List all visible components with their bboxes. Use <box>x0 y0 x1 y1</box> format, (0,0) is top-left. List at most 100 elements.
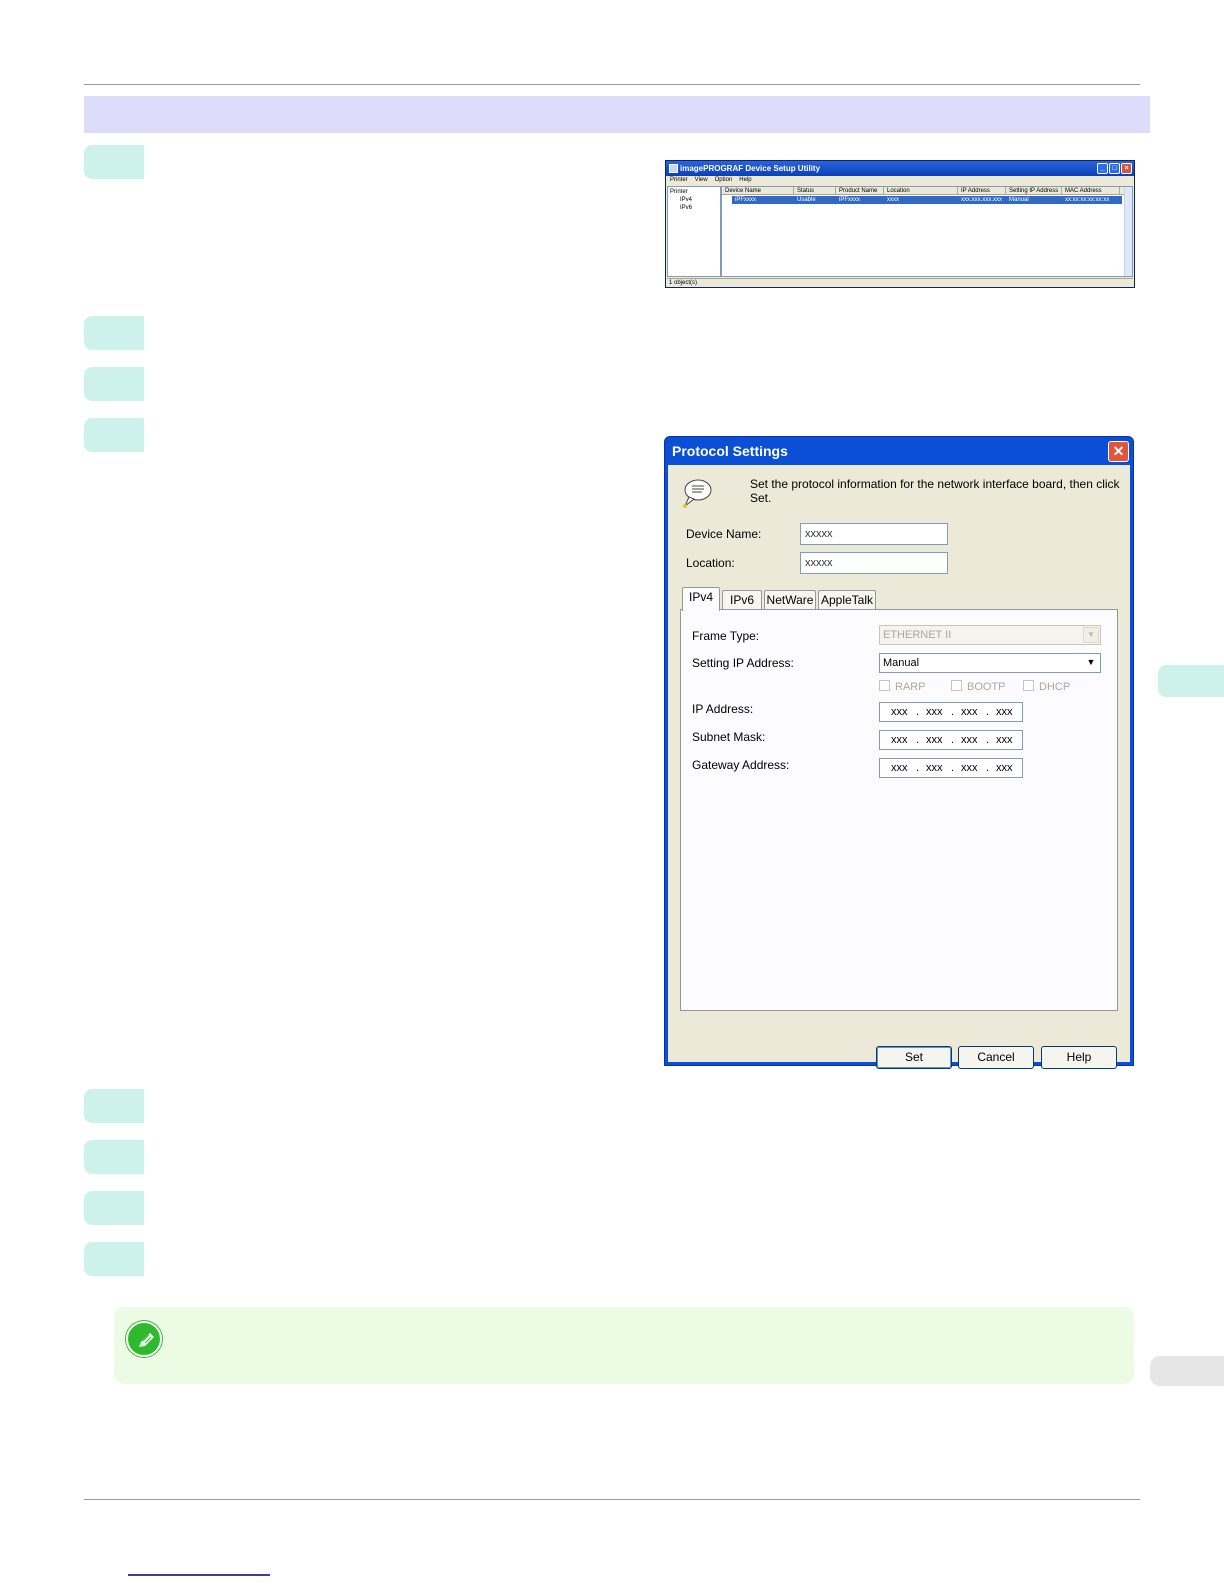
ip-dot: . <box>986 734 990 746</box>
app-icon <box>669 164 678 173</box>
menu-help[interactable]: Help <box>739 176 751 185</box>
utility-menu-bar: Printer View Option Help <box>666 176 1134 185</box>
col-location[interactable]: Location <box>884 187 958 194</box>
ip-address-field[interactable]: xxx . xxx . xxx . xxx <box>879 702 1023 722</box>
menu-option[interactable]: Option <box>715 176 733 185</box>
ip-address-label: IP Address: <box>692 702 754 716</box>
header-rule <box>84 84 1140 85</box>
ip-octet: xxx <box>926 734 943 746</box>
menu-printer[interactable]: Printer <box>670 176 688 185</box>
ip-octet: xxx <box>926 706 943 718</box>
ipv4-tab-panel: Frame Type: ETHERNET II ▼ Setting IP Add… <box>680 609 1118 1011</box>
minimize-icon[interactable]: _ <box>1097 163 1108 174</box>
cancel-button[interactable]: Cancel <box>958 1046 1034 1069</box>
printer-list: Device Name Status Product Name Location… <box>721 186 1133 277</box>
col-status[interactable]: Status <box>794 187 836 194</box>
help-button[interactable]: Help <box>1041 1046 1117 1069</box>
rarp-label: RARP <box>895 681 926 693</box>
table-row[interactable]: iPFxxxx Usable iPFxxxx xxxx xxx.xxx.xxx.… <box>732 196 1122 204</box>
chevron-down-icon[interactable]: ▼ <box>1083 655 1099 671</box>
close-icon[interactable]: ✕ <box>1108 441 1129 462</box>
footer-rule <box>84 1499 1140 1500</box>
note-box <box>114 1307 1134 1384</box>
device-setup-utility-window: imagePROGRAF Device Setup Utility _ □ × … <box>665 160 1135 288</box>
tree-item-ipv6[interactable]: IPv6 <box>670 204 718 212</box>
gateway-address-label: Gateway Address: <box>692 758 790 772</box>
ip-dot: . <box>916 762 920 774</box>
ip-dot: . <box>986 706 990 718</box>
setting-ip-select[interactable]: Manual ▼ <box>879 653 1101 673</box>
chapter-side-tab <box>1158 665 1224 697</box>
pencil-note-icon <box>126 1321 162 1357</box>
frame-type-label: Frame Type: <box>692 629 760 643</box>
ip-octet: xxx <box>891 762 908 774</box>
dhcp-label: DHCP <box>1039 681 1071 693</box>
gateway-address-field[interactable]: xxx . xxx . xxx . xxx <box>879 758 1023 778</box>
subnet-mask-field[interactable]: xxx . xxx . xxx . xxx <box>879 730 1023 750</box>
col-product-name[interactable]: Product Name <box>836 187 884 194</box>
ip-dot: . <box>916 734 920 746</box>
step-marker-2 <box>84 316 144 350</box>
cell-ip-address: xxx.xxx.xxx.xxx <box>961 197 1003 203</box>
cell-mac-address: xx:xx:xx:xx:xx:xx <box>1065 197 1110 203</box>
setting-ip-value: Manual <box>883 657 920 669</box>
page-side-tab <box>1150 1356 1224 1386</box>
dhcp-checkbox: DHCP <box>1023 680 1070 694</box>
vertical-scrollbar[interactable] <box>1124 187 1132 276</box>
ip-octet: xxx <box>961 734 978 746</box>
col-setting-ip[interactable]: Setting IP Address <box>1006 187 1062 194</box>
ip-dot: . <box>986 762 990 774</box>
frame-type-select: ETHERNET II ▼ <box>879 625 1101 645</box>
ip-octet: xxx <box>996 734 1013 746</box>
tab-netware[interactable]: NetWare <box>764 590 816 610</box>
step-marker-8 <box>84 1242 144 1276</box>
section-title-bar <box>84 96 1150 133</box>
ip-octet: xxx <box>961 706 978 718</box>
ip-octet: xxx <box>961 762 978 774</box>
step-marker-3 <box>84 367 144 401</box>
dialog-title: Protocol Settings <box>672 443 788 459</box>
tree-item-printer[interactable]: Printer <box>670 188 718 196</box>
ip-dot: . <box>951 706 955 718</box>
col-device-name[interactable]: Device Name <box>722 187 794 194</box>
cell-product-name: iPFxxxx <box>839 197 860 203</box>
protocol-settings-dialog: Protocol Settings ✕ Set the protocol inf… <box>664 436 1134 1069</box>
footer-link-underline[interactable] <box>128 1574 270 1576</box>
menu-view[interactable]: View <box>695 176 708 185</box>
ip-octet: xxx <box>996 762 1013 774</box>
maximize-icon[interactable]: □ <box>1109 163 1120 174</box>
close-icon[interactable]: × <box>1121 163 1132 174</box>
info-balloon-icon <box>683 479 712 508</box>
tree-item-ipv4[interactable]: IPv4 <box>670 196 718 204</box>
col-ip-address[interactable]: IP Address <box>958 187 1006 194</box>
ip-octet: xxx <box>996 706 1013 718</box>
step-marker-4 <box>84 418 144 452</box>
set-button[interactable]: Set <box>876 1046 952 1069</box>
frame-type-value: ETHERNET II <box>883 629 952 641</box>
setting-ip-label: Setting IP Address: <box>692 656 794 670</box>
step-marker-1 <box>84 145 144 179</box>
dialog-message: Set the protocol information for the net… <box>750 477 1120 505</box>
cell-device-name: iPFxxxx <box>735 197 756 203</box>
tab-ipv6[interactable]: IPv6 <box>722 590 762 610</box>
step-marker-6 <box>84 1140 144 1174</box>
device-name-label: Device Name: <box>686 527 762 541</box>
bootp-label: BOOTP <box>967 681 1006 693</box>
location-label: Location: <box>686 556 735 570</box>
step-marker-7 <box>84 1191 144 1225</box>
col-mac-address[interactable]: MAC Address <box>1062 187 1120 194</box>
ip-dot: . <box>951 734 955 746</box>
location-field[interactable]: xxxxx <box>800 552 948 574</box>
utility-title-bar: imagePROGRAF Device Setup Utility _ □ × <box>666 161 1134 176</box>
ip-dot: . <box>951 762 955 774</box>
chevron-down-icon: ▼ <box>1083 627 1099 643</box>
device-name-field[interactable]: xxxxx <box>800 523 948 545</box>
tab-ipv4[interactable]: IPv4 <box>682 587 720 611</box>
printer-tree: Printer IPv4 IPv6 <box>667 186 721 277</box>
status-bar: 1 object(s) <box>667 278 1133 286</box>
rarp-checkbox: RARP <box>879 680 926 694</box>
ip-octet: xxx <box>926 762 943 774</box>
bootp-checkbox: BOOTP <box>951 680 1006 694</box>
tab-appletalk[interactable]: AppleTalk <box>818 590 876 610</box>
ip-octet: xxx <box>891 734 908 746</box>
